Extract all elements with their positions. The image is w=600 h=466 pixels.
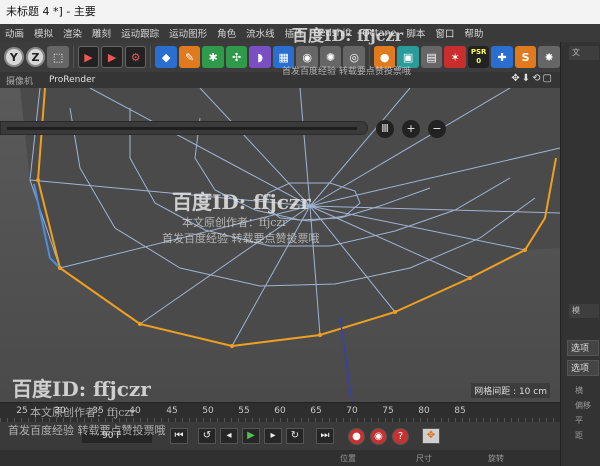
- toolbar-separator: [150, 46, 152, 68]
- timeline-tick: 35: [92, 406, 104, 416]
- timeline-ruler[interactable]: 25 30 35 40 45 50 55 60 65 70 75 80 85: [0, 402, 560, 422]
- timeline-tick: 40: [129, 406, 141, 416]
- options-select-button[interactable]: 选项: [567, 360, 599, 376]
- camera-icon[interactable]: ◉: [296, 46, 318, 68]
- tag-icon[interactable]: ◎: [343, 46, 365, 68]
- timeline-tick: 55: [238, 406, 250, 416]
- prev-keyframe-icon[interactable]: ↺: [198, 428, 216, 444]
- object-manager-tab[interactable]: 文: [569, 46, 599, 60]
- cube-icon[interactable]: ◆: [155, 46, 177, 68]
- subdivision-icon[interactable]: ✱: [202, 46, 224, 68]
- z-axis-button[interactable]: Z: [25, 47, 46, 67]
- menu-item-character[interactable]: 角色: [212, 26, 241, 40]
- menu-item-animation[interactable]: 动画: [0, 26, 29, 40]
- menu-item-octane[interactable]: Octane: [357, 28, 401, 39]
- viewport-hud-slider[interactable]: [0, 121, 368, 135]
- attr-label: 偏移: [575, 401, 591, 410]
- viewport-header: 摄像机 ProRender ✥⬇⟲▢: [0, 72, 560, 88]
- timeline-tick: 70: [346, 406, 358, 416]
- viewport-nav-controls[interactable]: ✥⬇⟲▢: [505, 73, 554, 84]
- mode-select-button[interactable]: 选项: [567, 340, 599, 356]
- menu-item-script[interactable]: 脚本: [401, 26, 430, 40]
- timeline-tick: 85: [454, 406, 466, 416]
- autokey-icon[interactable]: ◉: [370, 428, 387, 445]
- render-view-icon[interactable]: ▶: [77, 46, 100, 68]
- explode-icon[interactable]: ✸: [538, 46, 560, 68]
- menu-item-simulate[interactable]: 模拟: [29, 26, 58, 40]
- menu-item-help[interactable]: 帮助: [459, 26, 488, 40]
- toolbar-separator: [368, 46, 370, 68]
- psr-label: PSR: [470, 48, 487, 56]
- y-axis-button[interactable]: Y: [4, 47, 24, 67]
- s-plugin-icon[interactable]: S: [514, 46, 537, 68]
- current-frame-field[interactable]: 90 F: [82, 429, 152, 443]
- timeline-tick: 45: [166, 406, 178, 416]
- window-title: 未标题 4 *] - 主要: [0, 0, 600, 24]
- spline-tool-icon[interactable]: ✶: [444, 46, 466, 68]
- coordinates-strip: 位置 尺寸 旋转: [0, 450, 560, 466]
- prev-frame-icon[interactable]: ◂: [220, 428, 238, 444]
- grid-spacing-label: 网格间距 : 10 cm: [471, 383, 550, 398]
- hud-pause-button[interactable]: Ⅲ: [376, 120, 394, 138]
- go-to-start-icon[interactable]: ⏮: [170, 428, 188, 444]
- hud-slider-track[interactable]: [7, 127, 357, 130]
- picture-icon[interactable]: ▤: [420, 46, 443, 68]
- attr-label: 横: [575, 386, 583, 395]
- light-icon[interactable]: ✺: [319, 46, 342, 68]
- position-label: 位置: [340, 454, 356, 463]
- 3d-viewport[interactable]: Ⅲ + − 网格间距 : 10 cm: [0, 88, 560, 402]
- particles-icon[interactable]: ✚: [491, 46, 513, 68]
- hud-add-button[interactable]: +: [402, 120, 420, 138]
- timeline-tick: 75: [382, 406, 394, 416]
- pen-icon[interactable]: ✎: [178, 46, 201, 68]
- menu-item-plugins[interactable]: 插件: [280, 26, 309, 40]
- psr-value: 0: [476, 57, 482, 65]
- record-keyframe-icon[interactable]: ●: [348, 428, 365, 445]
- cloner-icon[interactable]: ✣: [225, 46, 248, 68]
- menu-item-pipeline[interactable]: 流水线: [241, 26, 280, 40]
- coordinate-system-icon[interactable]: ⬚: [47, 46, 69, 68]
- deformer-icon[interactable]: ◗: [249, 46, 271, 68]
- timeline-tick: 25: [16, 406, 28, 416]
- psr-counter[interactable]: PSR 0: [467, 46, 490, 68]
- next-keyframe-icon[interactable]: ↻: [286, 428, 304, 444]
- toolbar-separator: [72, 46, 74, 68]
- sculpt-icon[interactable]: ●: [373, 46, 396, 68]
- menu-item-redshift[interactable]: Redshift: [309, 28, 358, 39]
- floor-icon[interactable]: ▦: [272, 46, 295, 68]
- render-settings-icon[interactable]: ⚙: [124, 46, 147, 68]
- attr-label: 距: [575, 431, 583, 440]
- keyframe-help-icon[interactable]: ?: [392, 428, 409, 445]
- rotation-label: 旋转: [488, 454, 504, 463]
- prorender-menu[interactable]: ProRender: [33, 75, 95, 85]
- menu-item-render[interactable]: 渲染: [58, 26, 87, 40]
- cinema4d-window: 未标题 4 *] - 主要 动画 模拟 渲染 雕刻 运动跟踪 运动图形 角色 流…: [0, 0, 600, 466]
- polygon-mesh: [0, 88, 560, 402]
- menu-bar: 动画 模拟 渲染 雕刻 运动跟踪 运动图形 角色 流水线 插件 Redshift…: [0, 24, 600, 42]
- move-tool-icon[interactable]: ✥: [422, 428, 440, 444]
- menu-item-window[interactable]: 窗口: [430, 26, 459, 40]
- size-label: 尺寸: [416, 454, 432, 463]
- attributes-tab[interactable]: 模: [569, 304, 599, 318]
- render-picture-viewer-icon[interactable]: ▶: [101, 46, 123, 68]
- viewport-camera-menu[interactable]: 摄像机: [0, 74, 33, 87]
- play-icon[interactable]: ▶: [242, 428, 260, 444]
- menu-item-mograph[interactable]: 运动图形: [164, 26, 212, 40]
- playback-controls: 90 F ⏮ ↺ ◂ ▶ ▸ ↻ ⏭ ● ◉ ? ✥: [0, 422, 560, 450]
- right-panel: 文 模 选项 选项 横 偏移 平 距: [560, 42, 600, 466]
- next-frame-icon[interactable]: ▸: [264, 428, 282, 444]
- menu-item-sculpt[interactable]: 雕刻: [87, 26, 116, 40]
- main-toolbar: Y Z ⬚ ▶ ▶ ⚙ ◆ ✎ ✱ ✣ ◗ ▦ ◉ ✺ ◎ ● ▣ ▤ ✶ PS…: [0, 42, 560, 72]
- material-icon[interactable]: ▣: [397, 46, 419, 68]
- timeline-tick: 60: [274, 406, 286, 416]
- timeline-tick: 80: [418, 406, 430, 416]
- menu-item-motion-tracking[interactable]: 运动跟踪: [116, 26, 164, 40]
- attr-label: 平: [575, 416, 583, 425]
- go-to-end-icon[interactable]: ⏭: [316, 428, 334, 444]
- timeline-tick: 65: [310, 406, 322, 416]
- timeline-tick: 30: [54, 406, 66, 416]
- hud-remove-button[interactable]: −: [428, 120, 446, 138]
- timeline-tick: 50: [202, 406, 214, 416]
